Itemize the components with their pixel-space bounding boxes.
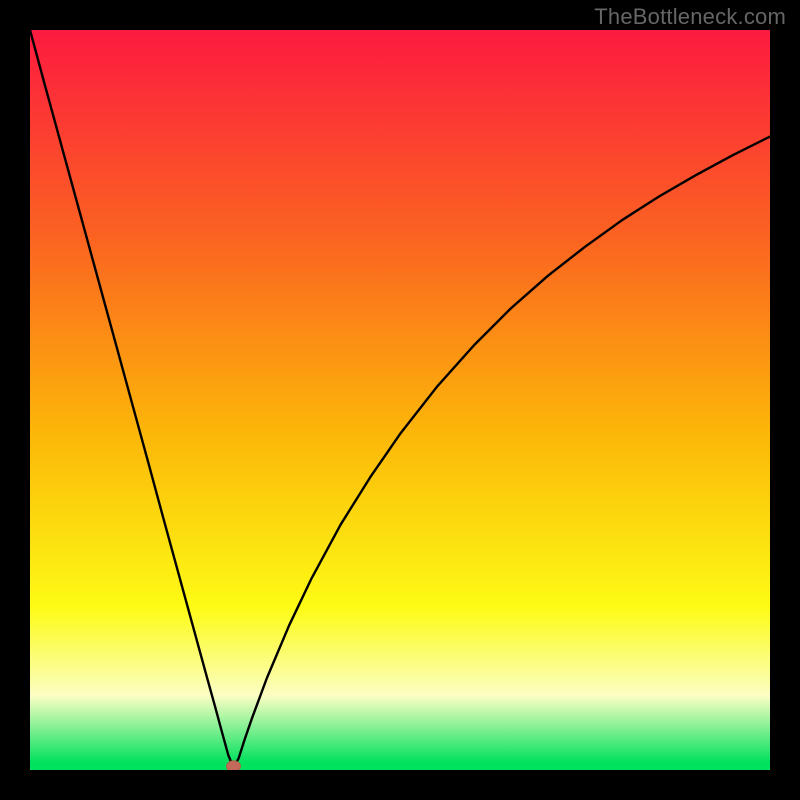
watermark-text: TheBottleneck.com <box>594 4 786 30</box>
chart-canvas <box>30 30 770 770</box>
chart-frame: TheBottleneck.com <box>0 0 800 800</box>
gradient-background <box>30 30 770 770</box>
plot-area <box>30 30 770 770</box>
optimal-marker <box>227 761 241 770</box>
